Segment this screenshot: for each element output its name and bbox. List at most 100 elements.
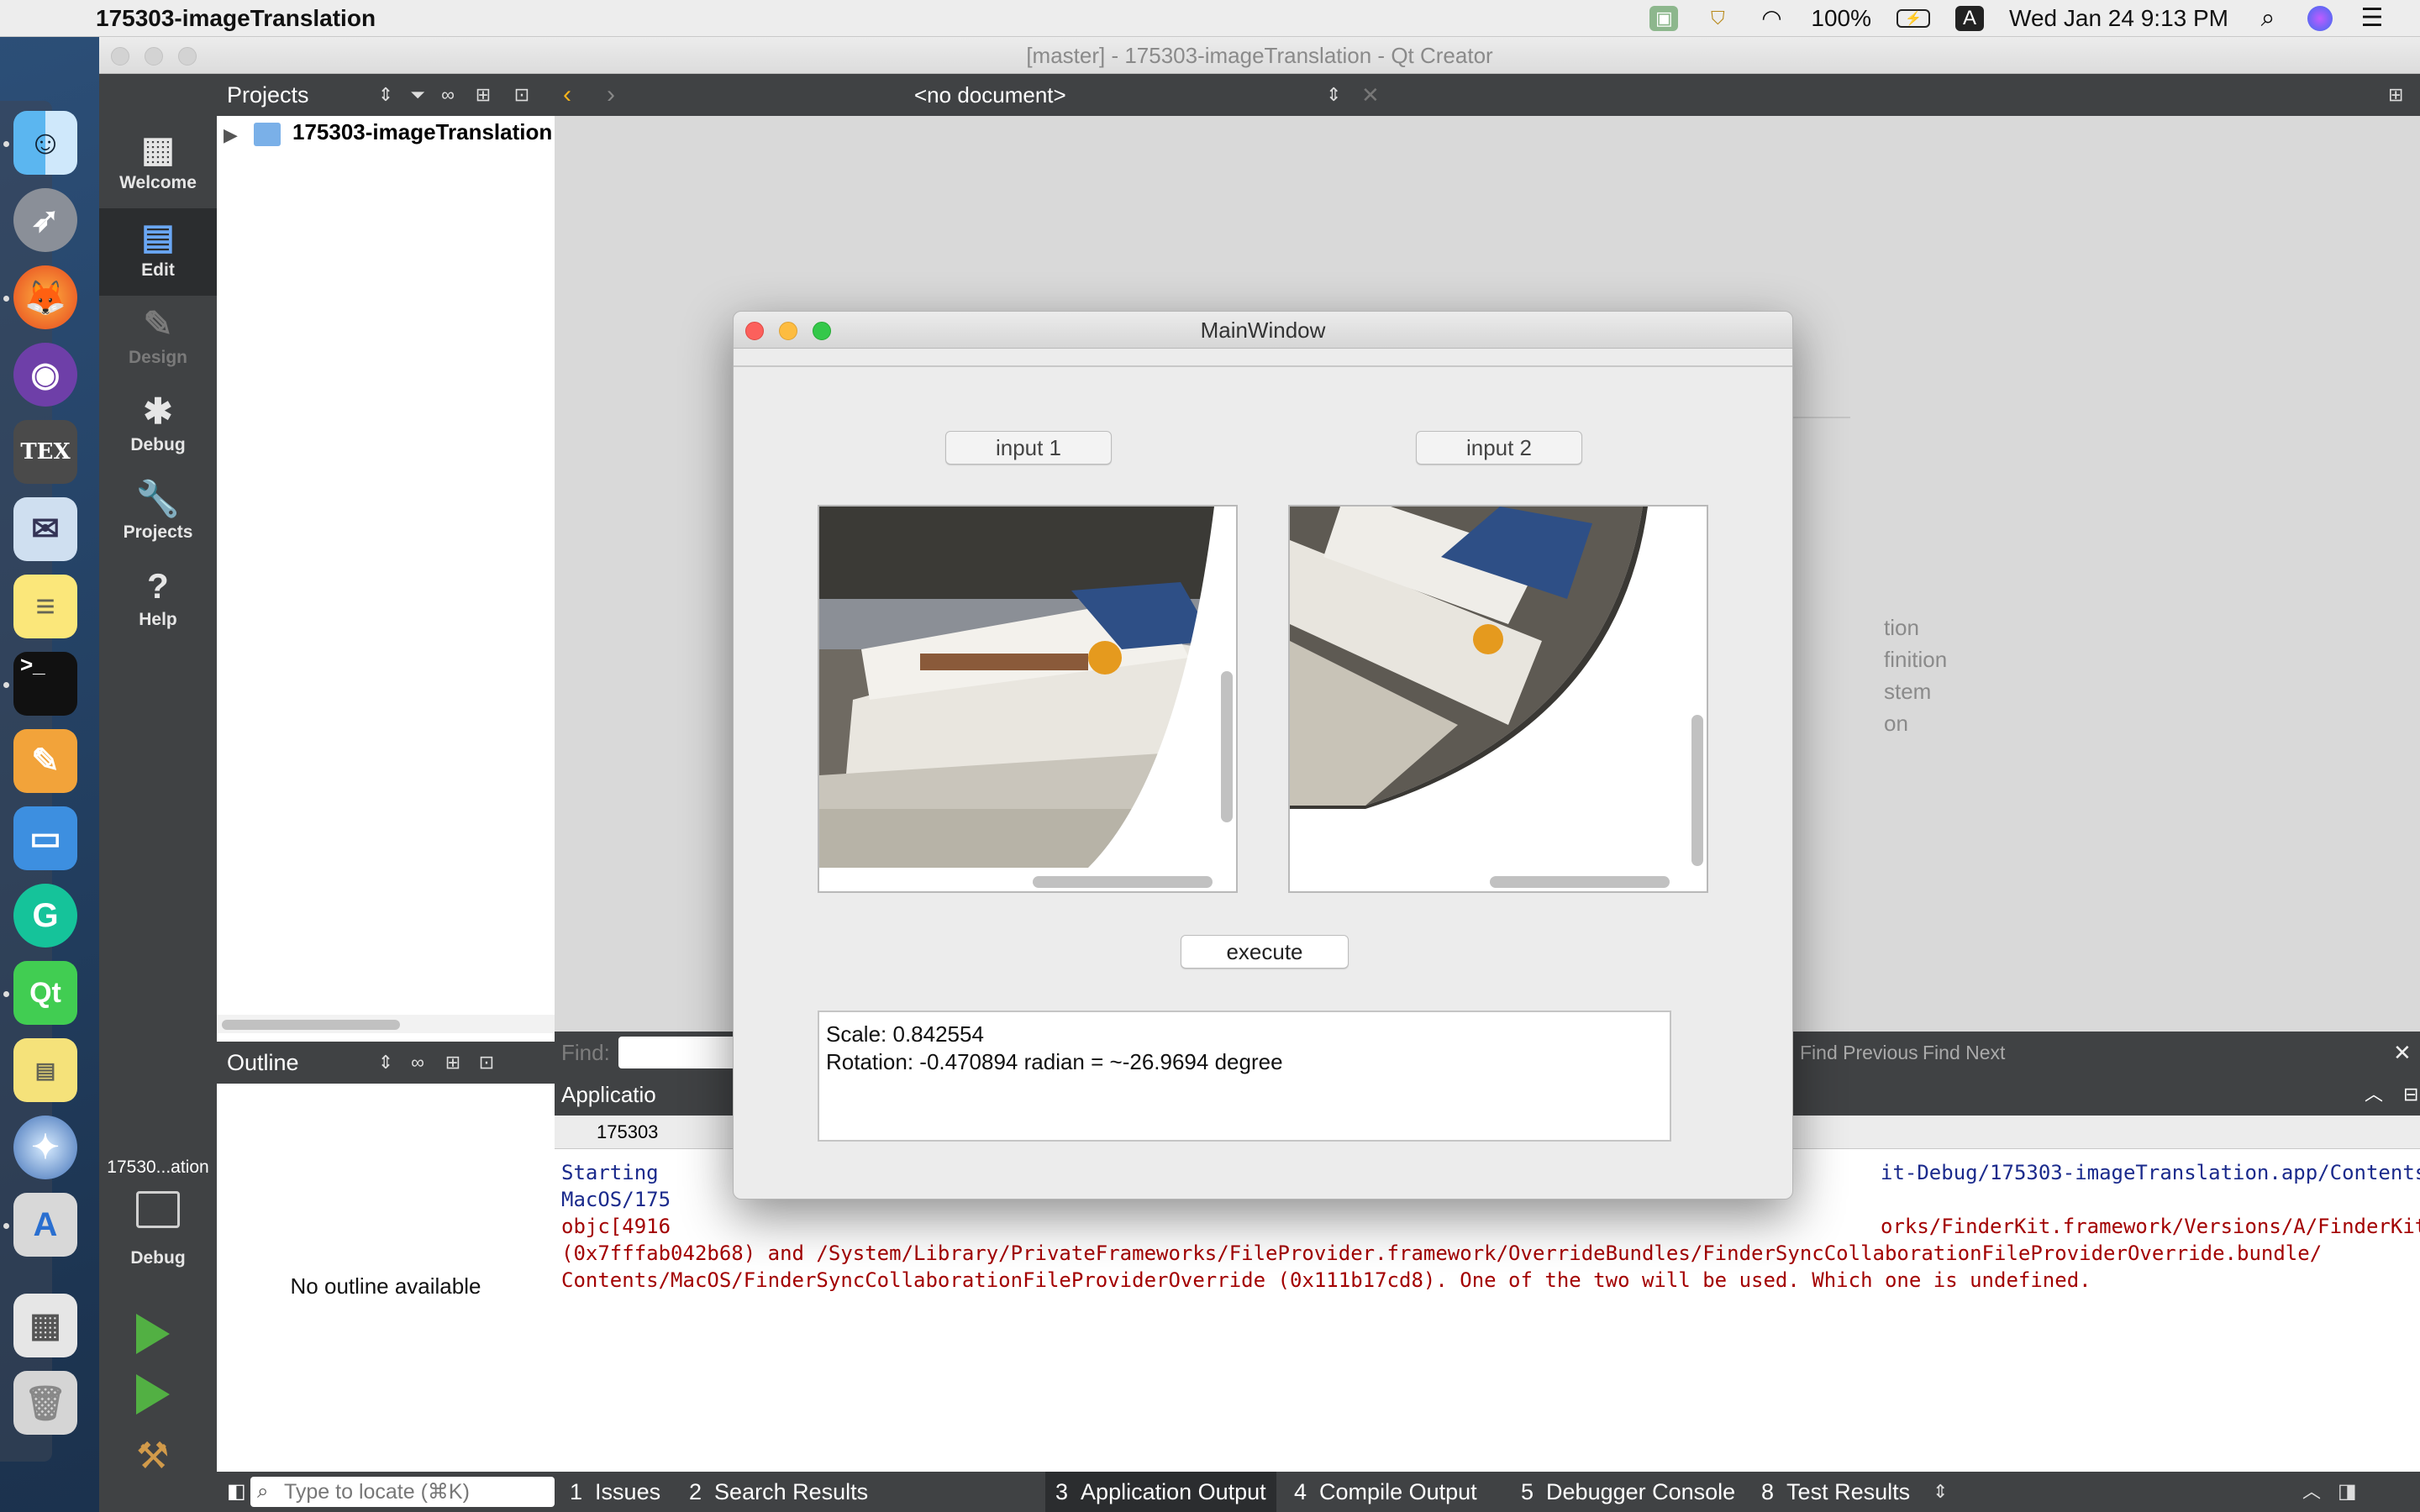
firefox-icon[interactable]: 🦊 [13,265,77,329]
tab-number: 3 [1055,1479,1069,1504]
input-2-image-view[interactable] [1288,505,1708,893]
qt-minimize-button[interactable] [145,47,163,66]
back-arrow-icon[interactable]: ‹ [563,74,571,116]
output-line: Starting [561,1161,671,1184]
close-find-icon[interactable]: ✕ [2393,1032,2412,1074]
chevron-updown-icon[interactable]: ⇕ [1933,1472,1948,1512]
github-desktop-icon[interactable]: ◉ [13,343,77,407]
tree-expand-icon[interactable]: ▶ [224,124,238,146]
find-previous-button[interactable]: Find Previous [1800,1032,1918,1074]
wifi-icon[interactable]: ◠ [1757,5,1786,31]
trash-icon[interactable]: 🗑 [13,1371,77,1435]
stickies-icon[interactable]: ▤ [13,1038,77,1102]
battery-icon[interactable]: ⚡ [1897,8,1931,28]
notification-center-icon[interactable]: ☰ [2358,4,2386,32]
qt-window-title[interactable]: [master] - 175303-imageTranslation - Qt … [99,37,2420,74]
input-1-image-view[interactable] [818,505,1238,893]
mode-projects[interactable]: 🔧 Projects [99,470,217,558]
horizontal-scrollbar[interactable] [1033,876,1213,888]
output-tab[interactable]: 175303 [597,1116,658,1149]
projects-pane-header: Projects ⇕ ⏷ ∞ ⊞ ⊡ [217,74,555,116]
outline-pane-title[interactable]: Outline [227,1050,299,1075]
help-icon: ? [147,566,169,606]
project-tree-item[interactable]: 175303-imageTranslation [ma [292,119,555,145]
texmaker-icon[interactable]: TEX [13,420,77,484]
documents-folder-icon[interactable]: ▦ [13,1294,77,1357]
clock[interactable]: Wed Jan 24 9:13 PM [2009,5,2228,32]
tab-issues[interactable]: 1 Issues [560,1472,671,1512]
split-editor-icon[interactable]: ⊞ [2388,74,2403,116]
toggle-right-sidebar-icon[interactable]: ◨ [2338,1472,2357,1512]
application-output-text[interactable]: Starting MacOS/175 objc[4916 (0x7fffab04… [555,1149,2420,1504]
mode-debug[interactable]: ✱ Debug [99,383,217,470]
main-window-title[interactable]: MainWindow [734,312,1792,349]
pages-icon[interactable]: ✎ [13,729,77,793]
tab-compile-output[interactable]: 4 Compile Output [1284,1472,1487,1512]
find-next-button[interactable]: Find Next [1923,1032,2005,1074]
input-2-button[interactable]: input 2 [1416,431,1582,465]
qt-creator-icon[interactable]: Qt [13,961,77,1025]
qt-zoom-button[interactable] [178,47,197,66]
xcode-icon[interactable]: A [13,1193,77,1257]
locator-input[interactable]: Type to locate (⌘K) [250,1477,555,1507]
forward-arrow-icon[interactable]: › [607,74,615,116]
input-source-icon[interactable]: A [1955,5,1985,31]
notes-icon[interactable]: ≡ [13,575,77,638]
toggle-sidebar-icon[interactable]: ◧ [227,1472,246,1512]
split-icon[interactable]: ⊞ [439,1042,467,1084]
maximize-icon[interactable]: ︿ [2365,1074,2383,1116]
result-text-box[interactable]: Scale: 0.842554 Rotation: -0.470894 radi… [818,1011,1671,1142]
qt-close-button[interactable] [111,47,129,66]
activity-monitor-icon[interactable]: ▣ [1649,5,1679,31]
shield-icon[interactable]: ⛉ [1703,6,1732,31]
launchpad-icon[interactable]: ➶ [13,188,77,252]
close-button[interactable] [745,322,764,340]
tab-application-output[interactable]: 3 Application Output [1045,1472,1276,1512]
vertical-scrollbar[interactable] [1691,715,1703,866]
active-app-name[interactable]: 175303-imageTranslation [96,5,376,32]
zoom-button[interactable] [813,322,831,340]
network-utility-icon[interactable]: ✦ [13,1116,77,1179]
horizontal-scrollbar[interactable] [1490,876,1670,888]
minimize-button[interactable] [779,322,797,340]
link-icon[interactable]: ∞ [434,74,462,116]
execute-button[interactable]: execute [1181,935,1349,969]
close-document-icon[interactable]: ✕ [1361,74,1380,116]
mail-icon[interactable]: ✉ [13,497,77,561]
search-icon: ⌕ [257,1480,269,1503]
filter-icon[interactable]: ⏷ [403,74,432,116]
build-hammer-icon[interactable]: ⚒ [136,1435,169,1478]
projects-pane-title[interactable]: Projects [227,82,309,108]
monitor-icon[interactable] [136,1191,180,1228]
chevron-updown-icon[interactable]: ⇕ [371,74,400,116]
grammarly-icon[interactable]: G [13,884,77,948]
mode-design[interactable]: ✎ Design [99,296,217,383]
input-1-button[interactable]: input 1 [945,431,1112,465]
vertical-scrollbar[interactable] [1221,671,1233,822]
chevron-up-icon[interactable]: ︿ [2302,1472,2321,1512]
minimize-pane-icon[interactable]: ⊟ [2403,1074,2418,1116]
close-pane-icon[interactable]: ⊡ [508,74,536,116]
finder-icon[interactable]: ☺ [13,111,77,175]
mode-selector: ▦ Welcome ▤ Edit ✎ Design ✱ Debug 🔧 Projects … [99,74,217,1512]
chevron-updown-icon[interactable]: ⇕ [371,1042,400,1084]
close-pane-icon[interactable]: ⊡ [472,1042,501,1084]
mode-edit[interactable]: ▤ Edit [99,208,217,296]
split-icon[interactable]: ⊞ [469,74,497,116]
tab-test-results[interactable]: 8 Test Results [1751,1472,1920,1512]
spotlight-search-icon[interactable]: ⌕ [2254,4,2282,32]
debug-run-icon[interactable] [136,1374,170,1415]
tab-debugger-console[interactable]: 5 Debugger Console [1511,1472,1745,1512]
tab-search-results[interactable]: 2 Search Results [679,1472,878,1512]
mode-welcome[interactable]: ▦ Welcome [99,121,217,208]
keynote-icon[interactable]: ▭ [13,806,77,870]
siri-icon[interactable] [2307,5,2333,31]
terminal-icon[interactable]: >_ [13,652,77,716]
link-icon[interactable]: ∞ [403,1042,432,1084]
run-icon[interactable] [136,1314,170,1354]
document-selector[interactable]: <no document> [914,74,1066,116]
chevron-updown-icon[interactable]: ⇕ [1326,74,1341,116]
mode-help[interactable]: ? Help [99,558,217,645]
projects-scrollbar[interactable] [217,1015,555,1033]
run-target-name[interactable]: 17530...ation [99,1158,217,1178]
